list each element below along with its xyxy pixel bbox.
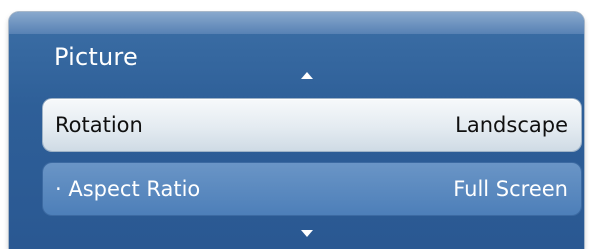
picture-menu-panel: Picture Rotation Landscape · Aspect Rati… xyxy=(9,12,584,249)
arrow-down-icon[interactable] xyxy=(301,230,313,237)
menu-item-value: Landscape xyxy=(455,113,568,137)
menu-item-value: Full Screen xyxy=(453,177,568,201)
menu-item-label: · Aspect Ratio xyxy=(55,177,201,201)
menu-item-rotation[interactable]: Rotation Landscape xyxy=(43,99,581,151)
arrow-up-icon[interactable] xyxy=(301,72,313,79)
menu-item-label: Rotation xyxy=(55,113,143,137)
menu-title: Picture xyxy=(54,43,138,71)
menu-item-aspect-ratio[interactable]: · Aspect Ratio Full Screen xyxy=(43,163,581,215)
